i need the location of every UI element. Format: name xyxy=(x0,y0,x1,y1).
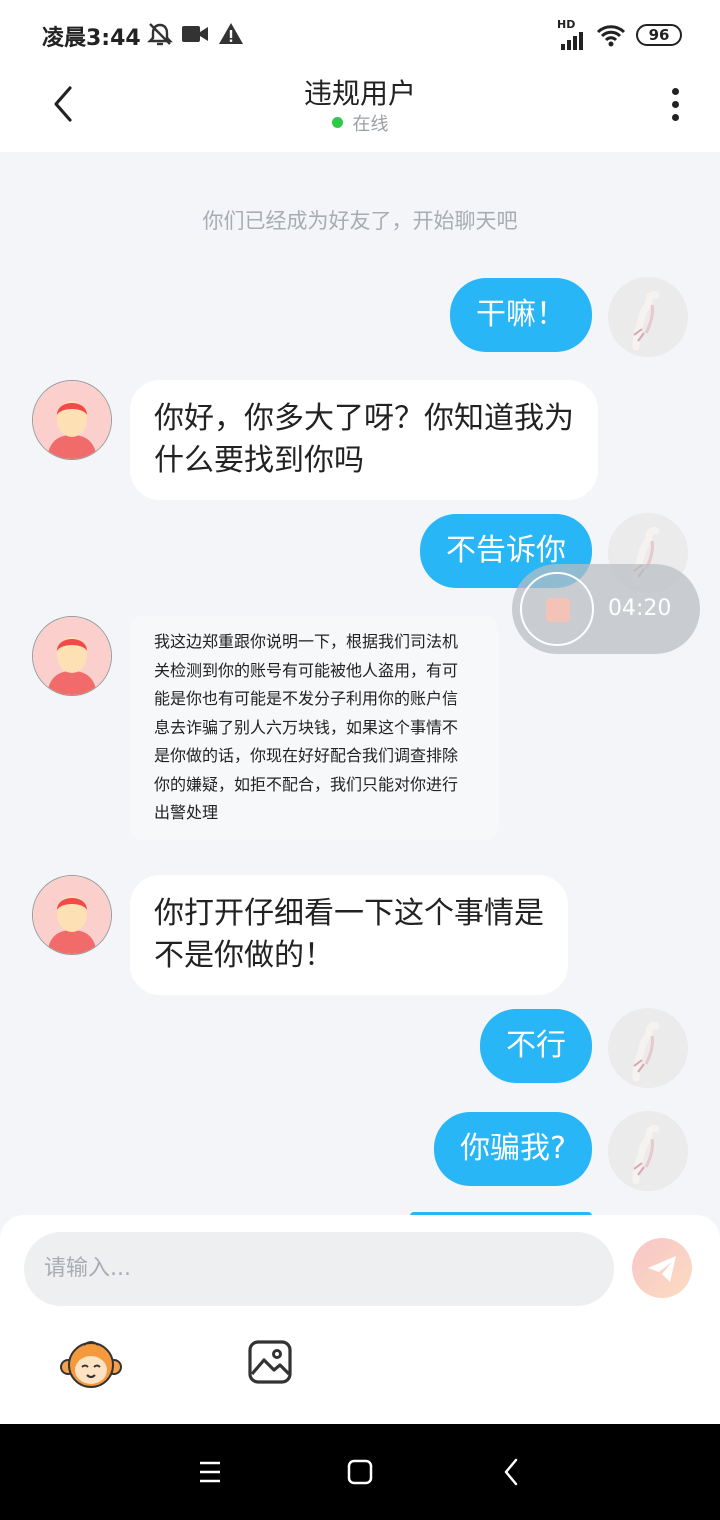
user-avatar-image xyxy=(608,1111,688,1191)
warning-icon xyxy=(219,23,243,44)
message-bubble-other[interactable]: 你好，你多大了呀？你知道我为 什么要找到你吗 xyxy=(130,380,598,500)
home-square-icon[interactable] xyxy=(340,1452,380,1492)
send-button[interactable] xyxy=(632,1238,692,1298)
avatar[interactable] xyxy=(32,616,112,696)
record-stop-button[interactable] xyxy=(520,572,594,646)
user-avatar-image xyxy=(608,1008,688,1088)
online-status-label: 在线 xyxy=(352,114,389,135)
message-input[interactable]: 请输入... xyxy=(24,1232,614,1306)
chat-header: 违规用户 在线 xyxy=(0,70,720,152)
default-avatar-image xyxy=(33,617,111,695)
message-bubble-self[interactable]: 不行 xyxy=(480,1009,592,1083)
avatar[interactable] xyxy=(32,875,112,955)
video-camera-icon xyxy=(182,26,208,42)
battery-level: 96 xyxy=(648,26,670,44)
status-bar: 凌晨3:44 HD 96 xyxy=(0,0,720,70)
signal-icon xyxy=(561,32,583,50)
more-vertical-icon[interactable] xyxy=(664,82,688,126)
online-dot xyxy=(331,117,343,128)
monkey-emoji-icon[interactable] xyxy=(60,1337,122,1391)
recording-timer: 04:20 xyxy=(608,596,672,621)
system-nav-bar xyxy=(0,1424,720,1520)
avatar[interactable] xyxy=(608,1111,688,1191)
online-status: 在线 xyxy=(0,110,720,136)
alarm-off-icon xyxy=(147,23,173,46)
stop-icon xyxy=(546,598,570,622)
message-bubble-self[interactable]: 你骗我? xyxy=(434,1112,592,1186)
avatar[interactable] xyxy=(608,1008,688,1088)
avatar[interactable] xyxy=(32,380,112,460)
system-message: 你们已经成为好友了，开始聊天吧 xyxy=(202,209,518,233)
screen-recording-widget[interactable]: 04:20 xyxy=(512,564,700,654)
nav-back-icon[interactable] xyxy=(492,1452,532,1492)
avatar[interactable] xyxy=(608,277,688,357)
wifi-icon xyxy=(596,25,626,47)
default-avatar-image xyxy=(33,876,111,954)
user-avatar-image xyxy=(608,277,688,357)
page-title: 违规用户 xyxy=(303,77,416,110)
message-bubble-other[interactable]: 我这边郑重跟你说明一下，根据我们司法机 关检测到你的账号有可能被他人盗用，有可 … xyxy=(130,616,498,840)
message-bubble-other[interactable]: 你打开仔细看一下这个事情是 不是你做的！ xyxy=(130,875,568,995)
input-panel: 请输入... xyxy=(0,1215,720,1424)
image-icon[interactable] xyxy=(246,1338,294,1386)
paper-plane-icon xyxy=(648,1256,676,1282)
status-time: 凌晨3:44 xyxy=(42,26,141,51)
message-bubble-self[interactable]: 干嘛！ xyxy=(450,278,592,352)
default-avatar-image xyxy=(33,381,111,459)
battery-indicator: 96 xyxy=(636,24,682,46)
menu-icon[interactable] xyxy=(190,1452,230,1492)
